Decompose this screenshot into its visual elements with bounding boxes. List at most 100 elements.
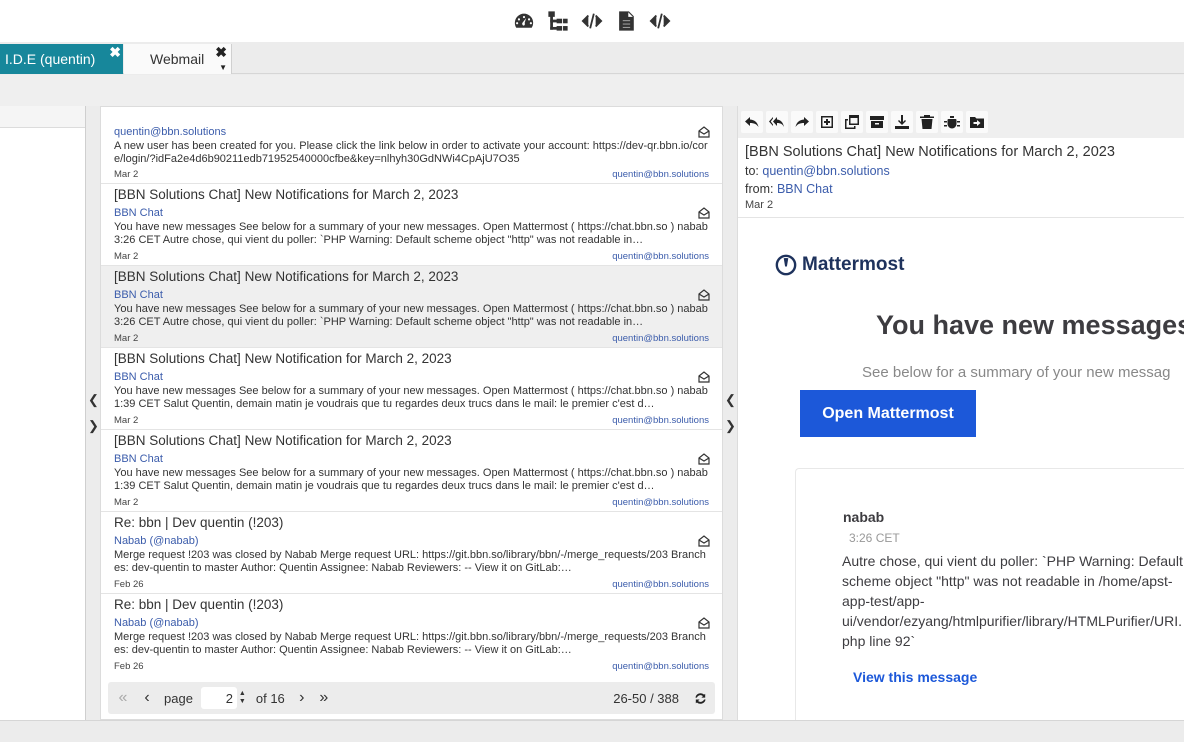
tab-ide[interactable]: I.D.E (quentin) ✖ [0,44,123,74]
message-text: Autre chose, qui vient du poller: `PHP W… [842,553,1183,649]
from-address-link[interactable]: BBN Chat [777,182,833,196]
envelope-open-icon[interactable] [698,288,710,301]
list-item[interactable]: Re: bbn | Dev quentin (!203) Nabab (@nab… [101,594,722,675]
mail-date: Mar 2 [114,497,139,508]
folder-pane-header [0,106,85,128]
mattermost-logo: Mattermost [775,254,904,276]
envelope-open-icon[interactable] [698,452,710,465]
splitter-left[interactable]: ❮ ❯ [86,106,100,720]
chevron-right-icon[interactable]: ❯ [725,418,736,434]
list-item[interactable]: [BBN Solutions Chat] New Notification fo… [101,430,722,512]
reader-toolbar [738,106,1184,138]
close-icon[interactable]: ✖ [215,45,227,59]
message-time: 3:26 CET [849,531,900,545]
from-label: from: [745,182,774,196]
page-label: page [164,690,193,706]
page-input[interactable] [200,687,237,709]
prev-page-icon[interactable]: ‹ [136,687,158,709]
list-item[interactable]: [BBN Solutions Chat] New Notifications f… [101,184,722,266]
mail-preview: You have new messages See below for a su… [114,467,708,492]
tab-webmail[interactable]: Webmail ✖ ▼ [124,44,232,74]
mail-to: quentin@bbn.solutions [612,251,709,262]
splitter-right[interactable]: ❮ ❯ [723,106,737,720]
dashboard-icon[interactable] [512,9,536,33]
code-icon[interactable] [648,9,672,33]
mail-subject: [BBN Solutions Chat] New Notifications f… [114,187,459,202]
open-new-icon[interactable] [816,111,838,133]
list-item[interactable]: quentin@bbn.solutions A new user has bee… [101,115,722,184]
mail-subject: [BBN Solutions Chat] New Notification fo… [114,433,452,448]
page-total: of 16 [255,690,285,706]
folder-move-icon[interactable] [966,111,988,133]
mail-preview: A new user has been created for you. Ple… [114,140,708,165]
tab-bar: I.D.E (quentin) ✖ Webmail ✖ ▼ [0,42,1184,74]
reply-all-icon[interactable] [766,111,788,133]
mail-subject: [BBN Solutions Chat] New Notification fo… [114,351,452,366]
mail-list: quentin@bbn.solutions A new user has bee… [101,115,722,675]
mattermost-icon [775,254,797,276]
mail-subject: Re: bbn | Dev quentin (!203) [114,515,284,530]
mail-to: quentin@bbn.solutions [612,415,709,426]
next-page-icon[interactable]: › [291,687,313,709]
top-toolbar [0,0,1184,42]
logo-text: Mattermost [802,254,905,275]
page-stepper[interactable]: ▲ ▼ [239,690,246,706]
chevron-up-icon[interactable]: ▲ [239,690,246,698]
mail-subject: [BBN Solutions Chat] New Notifications f… [114,269,459,284]
forward-icon[interactable] [791,111,813,133]
open-window-icon[interactable] [841,111,863,133]
mail-to: quentin@bbn.solutions [612,661,709,672]
message-reader: [BBN Solutions Chat] New Notifications f… [737,106,1184,720]
mail-preview: You have new messages See below for a su… [114,303,708,328]
list-item[interactable]: [BBN Solutions Chat] New Notifications f… [101,266,722,348]
to-address-link[interactable]: quentin@bbn.solutions [762,164,889,178]
mail-subject: Re: bbn | Dev quentin (!203) [114,597,284,612]
code-icon[interactable] [580,9,604,33]
mail-preview: Merge request !203 was closed by Nabab M… [114,549,706,574]
email-heading: You have new messages [876,310,1184,340]
mail-date: Feb 26 [114,579,144,590]
mail-to: quentin@bbn.solutions [612,169,709,180]
open-mattermost-button[interactable]: Open Mattermost [800,390,976,437]
chevron-down-icon[interactable]: ▼ [239,698,246,706]
tab-label: Webmail [150,51,205,67]
mail-from: BBN Chat [114,453,163,465]
message-from: from: BBN Chat [745,180,1177,198]
trash-icon[interactable] [916,111,938,133]
view-message-link[interactable]: View this message [853,669,977,685]
result-range: 26-50 / 388 [613,690,679,706]
list-item[interactable]: [BBN Solutions Chat] New Notification fo… [101,348,722,430]
archive-icon[interactable] [866,111,888,133]
last-page-icon[interactable]: » [313,687,335,709]
close-icon[interactable]: ✖ [109,45,121,59]
envelope-open-icon[interactable] [698,370,710,383]
chevron-right-icon[interactable]: ❯ [88,418,99,434]
reply-icon[interactable] [741,111,763,133]
move-to-icon[interactable] [891,111,913,133]
mail-date: Mar 2 [114,333,139,344]
refresh-icon[interactable] [689,687,711,709]
document-icon[interactable] [614,9,638,33]
mail-preview: You have new messages See below for a su… [114,221,708,246]
mail-to: quentin@bbn.solutions [612,497,709,508]
chevron-left-icon[interactable]: ❮ [725,392,736,408]
envelope-open-icon[interactable] [698,125,710,138]
spam-icon[interactable] [941,111,963,133]
mail-from: Nabab (@nabab) [114,617,199,629]
tree-icon[interactable] [546,9,570,33]
mail-from: quentin@bbn.solutions [114,126,227,138]
envelope-open-icon[interactable] [698,616,710,629]
envelope-open-icon[interactable] [698,206,710,219]
chevron-down-icon[interactable]: ▼ [219,63,227,72]
to-label: to: [745,164,759,178]
message-card: nabab 3:26 CET Autre chose, qui vient du… [795,468,1184,720]
sub-toolbar [0,75,1184,106]
chevron-left-icon[interactable]: ❮ [88,392,99,408]
mail-from: BBN Chat [114,371,163,383]
list-item[interactable]: Re: bbn | Dev quentin (!203) Nabab (@nab… [101,512,722,594]
status-bar [0,720,1184,742]
first-page-icon[interactable]: « [112,687,134,709]
mail-date: Mar 2 [114,251,139,262]
envelope-open-icon[interactable] [698,534,710,547]
message-subject: [BBN Solutions Chat] New Notifications f… [745,144,1115,160]
